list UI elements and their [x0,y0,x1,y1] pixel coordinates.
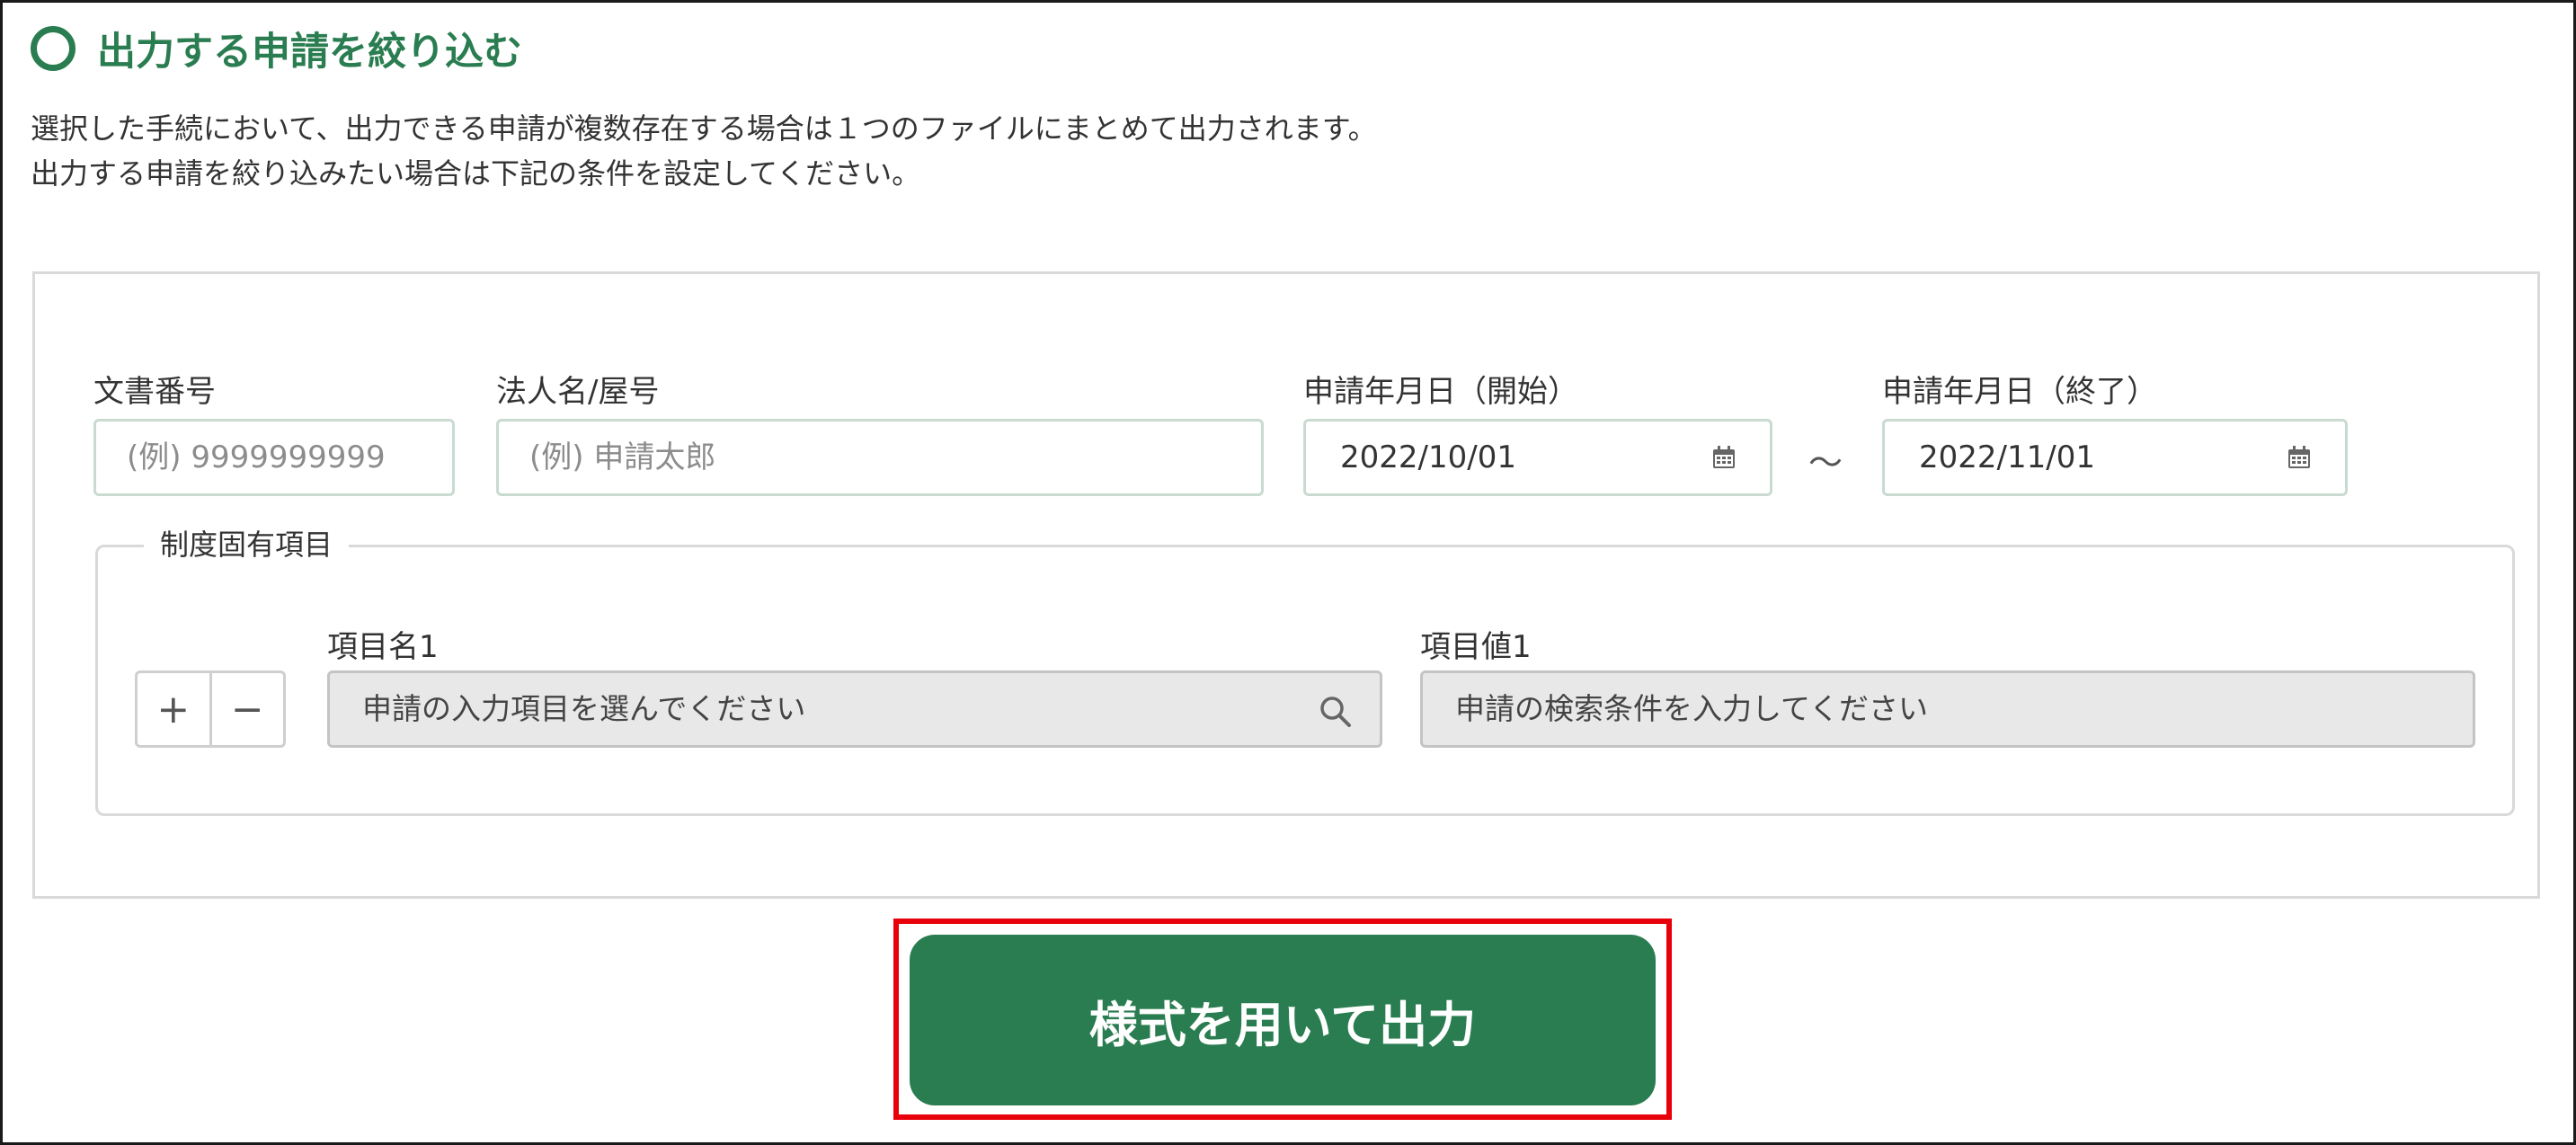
date-end-label: 申請年月日（終了） [1882,374,2157,410]
add-remove-buttons: + − [135,670,286,748]
date-range-separator: ～ [1808,443,1843,483]
corporate-name-label: 法人名/屋号 [496,374,660,410]
date-start-value: 2022/10/01 [1340,439,1516,475]
circle-icon [31,26,76,71]
item-value-label: 項目値1 [1420,629,1532,665]
item-name-placeholder: 申請の入力項目を選んでください [362,691,806,726]
document-number-label: 文書番号 [93,374,216,410]
date-end-value: 2022/11/01 [1919,439,2095,475]
document-number-field [93,419,455,496]
date-start-input[interactable]: 2022/10/01 [1303,419,1772,496]
custom-fields-legend: 制度固有項目 [144,521,350,568]
search-icon[interactable] [1317,693,1355,731]
section-title: 出力する申請を絞り込む [97,30,522,75]
remove-item-button[interactable]: − [209,673,284,745]
item-value-input[interactable]: 申請の検索条件を入力してください [1420,670,2475,748]
corporate-name-field [496,419,1264,496]
date-end-input[interactable]: 2022/11/01 [1882,419,2348,496]
section-heading: 出力する申請を絞り込む [31,23,522,75]
calendar-icon[interactable] [2287,446,2311,469]
document-number-input[interactable] [96,422,452,493]
date-start-label: 申請年月日（開始） [1303,374,1578,410]
item-name-label: 項目名1 [327,629,439,665]
description-line-2: 出力する申請を絞り込みたい場合は下記の条件を設定してください。 [31,156,921,191]
item-value-placeholder: 申請の検索条件を入力してください [1455,691,1929,726]
output-with-template-button[interactable]: 様式を用いて出力 [910,935,1656,1105]
add-item-button[interactable]: + [138,673,209,745]
corporate-name-input[interactable] [499,422,1261,493]
calendar-icon[interactable] [1712,446,1736,469]
description-line-1: 選択した手続において、出力できる申請が複数存在する場合は１つのファイルにまとめて… [31,111,1377,146]
item-name-select[interactable]: 申請の入力項目を選んでください [327,670,1382,748]
section-description: 選択した手続において、出力できる申請が複数存在する場合は１つのファイルにまとめて… [31,106,1377,196]
